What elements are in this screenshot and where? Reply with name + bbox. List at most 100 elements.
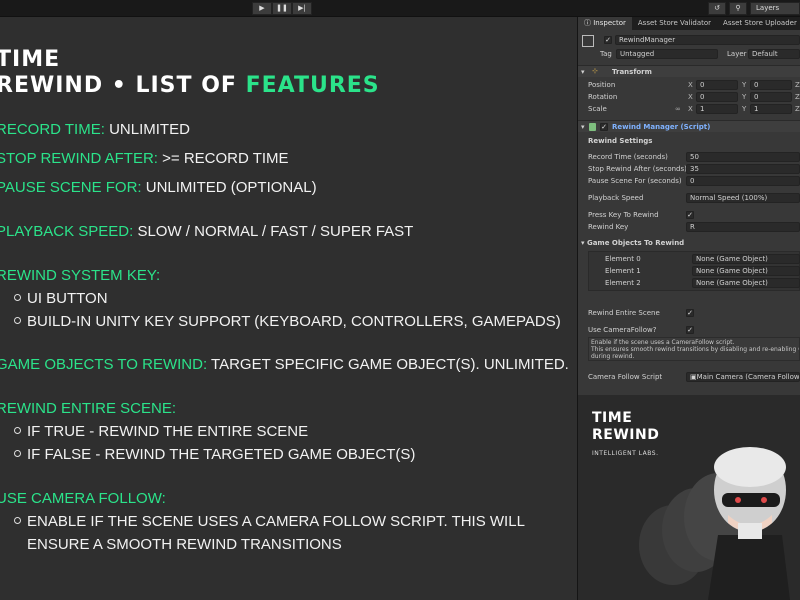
entire-scene-row: Rewind Entire Scene ✓: [578, 308, 800, 319]
pause-for-label: Pause Scene For (seconds): [588, 177, 682, 185]
feature-list-panel: TIME REWIND • LIST OF FEATURES RECORD TI…: [0, 17, 577, 600]
bullet-icon: [14, 450, 21, 457]
tab-asset-store-validator[interactable]: Asset Store Validator: [632, 17, 717, 30]
script-title: Rewind Manager (Script): [612, 123, 711, 131]
feature-key: USE CAMERA FOLLOW:: [0, 490, 166, 507]
rotation-x-field[interactable]: 0: [696, 92, 738, 102]
play-controls: ▶ ❚❚ ▶|: [252, 2, 312, 15]
search-icon[interactable]: ⚲: [729, 2, 747, 15]
history-icon[interactable]: ↺: [708, 2, 726, 15]
element-label: Element 1: [605, 267, 641, 275]
record-time-field[interactable]: 50: [686, 152, 800, 162]
x-label: X: [688, 81, 693, 89]
press-key-checkbox[interactable]: ✓: [686, 211, 694, 219]
camera-script-field[interactable]: ▣Main Camera (Camera Follow): [686, 372, 800, 382]
feature-camera-follow: USE CAMERA FOLLOW:: [0, 490, 166, 507]
title-line-1: TIME: [0, 47, 61, 72]
position-y-field[interactable]: 0: [750, 80, 792, 90]
element-field[interactable]: None (Game Object): [692, 278, 800, 288]
sub-text: UI BUTTON: [27, 290, 108, 307]
pause-icon[interactable]: ❚❚: [272, 2, 292, 15]
element-field[interactable]: None (Game Object): [692, 254, 800, 264]
info-icon: ⓘ: [584, 19, 594, 27]
rewind-settings-header: Rewind Settings: [588, 137, 653, 145]
bullet-icon: [14, 517, 21, 524]
pause-for-field[interactable]: 0: [686, 176, 800, 186]
brand-panel: TIME REWIND INTELLIGENT LABS.: [578, 395, 800, 600]
feature-sub-item: UI BUTTON: [14, 290, 108, 307]
feature-playback-speed: PLAYBACK SPEED: SLOW / NORMAL / FAST / S…: [0, 223, 413, 240]
feature-record-time: RECORD TIME: UNLIMITED: [0, 121, 190, 138]
position-x-field[interactable]: 0: [696, 80, 738, 90]
feature-key: PLAYBACK SPEED:: [0, 223, 134, 240]
y-label: Y: [742, 81, 747, 89]
script-enabled-checkbox[interactable]: ✓: [600, 123, 608, 131]
foldout-arrow-icon: ▾: [581, 68, 585, 76]
script-icon: [589, 123, 596, 131]
camera-script-row: Camera Follow Script ▣Main Camera (Camer…: [578, 372, 800, 383]
element-label: Element 2: [605, 279, 641, 287]
play-icon[interactable]: ▶: [252, 2, 272, 15]
y-label: Y: [742, 105, 747, 113]
feature-sub-item: IF FALSE - REWIND THE TARGETED GAME OBJE…: [14, 446, 415, 463]
feature-key: PAUSE SCENE FOR:: [0, 179, 142, 196]
feature-sub-item: BUILD-IN UNITY KEY SUPPORT (KEYBOARD, CO…: [14, 313, 561, 330]
feature-value: >= RECORD TIME: [157, 150, 289, 167]
position-row: Position X 0 Y 0 Z: [578, 80, 800, 91]
z-label: Z: [795, 81, 800, 89]
feature-pause-scene: PAUSE SCENE FOR: UNLIMITED (OPTIONAL): [0, 179, 317, 196]
objects-title: Game Objects To Rewind: [586, 239, 685, 247]
scale-y-field[interactable]: 1: [750, 104, 792, 114]
script-header[interactable]: ▾ ✓ Rewind Manager (Script): [578, 120, 800, 132]
rotation-y-field[interactable]: 0: [750, 92, 792, 102]
camera-follow-label: Use CameraFollow?: [588, 326, 657, 334]
feature-key: REWIND SYSTEM KEY:: [0, 267, 161, 284]
z-label: Z: [795, 93, 800, 101]
objects-header[interactable]: ▾ Game Objects To Rewind: [581, 239, 684, 247]
help-line: This ensures smooth rewind transitions b…: [591, 346, 800, 353]
tab-asset-store-uploader[interactable]: Asset Store Uploader: [717, 17, 800, 30]
tag-dropdown[interactable]: Untagged: [616, 49, 718, 59]
bullet-icon: [14, 294, 21, 301]
playback-label: Playback Speed: [588, 194, 644, 202]
y-label: Y: [742, 93, 747, 101]
entire-scene-checkbox[interactable]: ✓: [686, 309, 694, 317]
x-label: X: [688, 105, 693, 113]
script-file-icon: ▣: [690, 373, 697, 381]
robot-mascot-illustration: [639, 447, 790, 600]
feature-value: TARGET SPECIFIC GAME OBJECT(S). UNLIMITE…: [207, 356, 569, 373]
top-toolbar: ▶ ❚❚ ▶| ↺ ⚲ Layers: [0, 0, 800, 17]
rewind-key-label: Rewind Key: [588, 223, 629, 231]
object-active-checkbox[interactable]: ✓: [604, 36, 612, 44]
scale-row: Scale ∞ X 1 Y 1 Z: [578, 104, 800, 115]
link-icon[interactable]: ∞: [675, 105, 681, 113]
layer-label: Layer: [727, 50, 747, 58]
title-plain: REWIND • LIST OF: [0, 73, 246, 98]
playback-dropdown[interactable]: Normal Speed (100%): [686, 193, 800, 203]
feature-value: SLOW / NORMAL / FAST / SUPER FAST: [133, 223, 414, 240]
element-field[interactable]: None (Game Object): [692, 266, 800, 276]
rotation-row: Rotation X 0 Y 0 Z: [578, 92, 800, 103]
camera-follow-checkbox[interactable]: ✓: [686, 326, 694, 334]
rewind-key-row: Rewind Key R: [578, 222, 800, 233]
transform-icon: ⊹: [592, 67, 598, 75]
feature-key: GAME OBJECTS TO REWIND:: [0, 356, 208, 373]
step-icon[interactable]: ▶|: [292, 2, 312, 15]
tab-label: Inspector: [593, 19, 626, 27]
list-item: Element 1 None (Game Object): [589, 266, 800, 277]
feature-key: STOP REWIND AFTER:: [0, 150, 158, 167]
transform-header[interactable]: ▾ ⊹ Transform: [578, 65, 800, 77]
stop-after-field[interactable]: 35: [686, 164, 800, 174]
camera-script-value: Main Camera (Camera Follow): [696, 373, 800, 381]
feature-key: REWIND ENTIRE SCENE:: [0, 400, 177, 417]
scale-x-field[interactable]: 1: [696, 104, 738, 114]
rewind-key-dropdown[interactable]: R: [686, 222, 800, 232]
layer-dropdown[interactable]: Default: [748, 49, 800, 59]
tab-inspector[interactable]: ⓘ Inspector: [578, 17, 632, 30]
feature-value: UNLIMITED (OPTIONAL): [141, 179, 317, 196]
x-label: X: [688, 93, 693, 101]
object-name-field[interactable]: RewindManager: [615, 35, 800, 45]
layers-dropdown[interactable]: Layers: [750, 2, 800, 15]
playback-row: Playback Speed Normal Speed (100%): [578, 193, 800, 204]
help-line: Enable if the scene uses a CameraFollow …: [591, 339, 735, 346]
